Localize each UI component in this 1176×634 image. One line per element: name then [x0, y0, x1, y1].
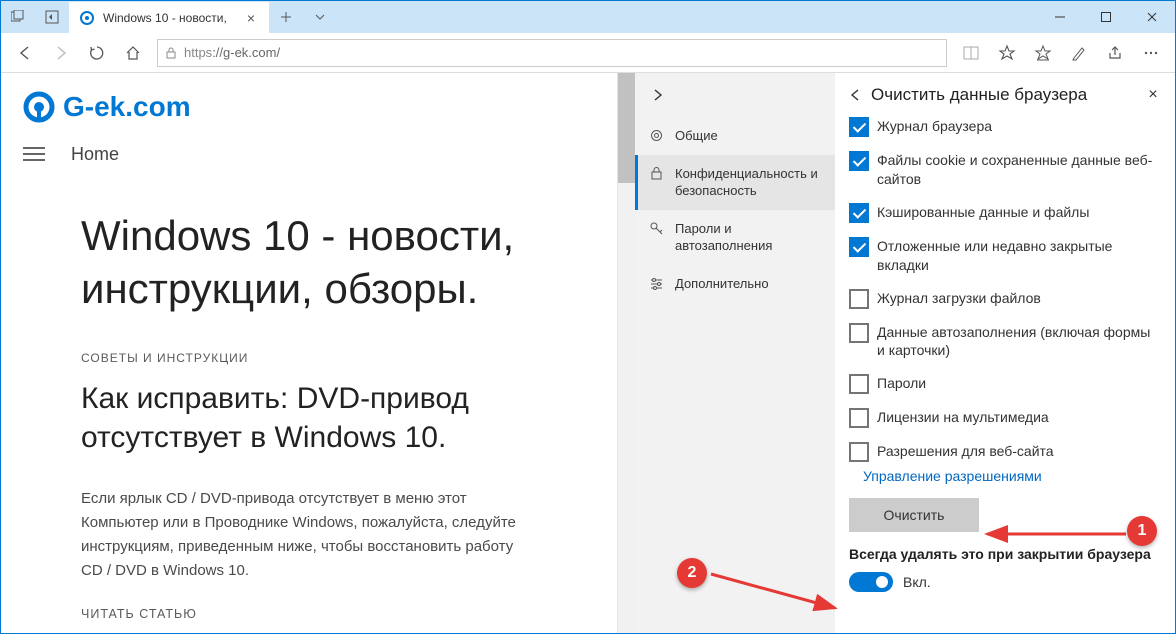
panel-title: Очистить данные браузера — [867, 85, 1141, 105]
share-icon[interactable] — [1097, 35, 1133, 71]
callout-badge-1: 1 — [1127, 516, 1157, 546]
toggle-state-label: Вкл. — [903, 574, 931, 590]
checkbox[interactable] — [849, 408, 869, 428]
scrollbar-thumb[interactable] — [618, 73, 635, 183]
gear-icon — [647, 128, 665, 143]
checkbox-label: Файлы cookie и сохраненные данные веб-са… — [877, 151, 1161, 189]
clear-button[interactable]: Очистить — [849, 498, 979, 532]
article-excerpt: Если ярлык CD / DVD-привода отсутствует … — [81, 487, 537, 583]
home-button[interactable] — [115, 35, 151, 71]
checkbox-label: Лицензии на мультимедиа — [877, 408, 1049, 427]
callout-arrow-1 — [981, 523, 1131, 545]
settings-item-label: Пароли и автозаполнения — [675, 220, 823, 255]
settings-item-advanced[interactable]: Дополнительно — [635, 265, 835, 303]
checkbox-label: Кэшированные данные и файлы — [877, 203, 1089, 222]
read-more-link[interactable]: ЧИТАТЬ СТАТЬЮ — [81, 607, 537, 621]
reading-view-icon[interactable] — [953, 35, 989, 71]
sliders-icon — [647, 276, 665, 291]
settings-back-button[interactable] — [635, 73, 835, 117]
more-icon[interactable] — [1133, 35, 1169, 71]
tab-title: Windows 10 - новости, — [103, 11, 243, 25]
callout-arrow-2 — [707, 566, 847, 616]
page-scrollbar[interactable] — [617, 73, 635, 633]
site-logo-icon — [21, 89, 57, 125]
checkbox[interactable] — [849, 237, 869, 257]
checkbox-row[interactable]: Файлы cookie и сохраненные данные веб-са… — [849, 151, 1161, 189]
checkbox[interactable] — [849, 442, 869, 462]
checkbox-row[interactable]: Лицензии на мультимедиа — [849, 408, 1161, 428]
maximize-button[interactable] — [1083, 1, 1129, 33]
settings-item-label: Дополнительно — [675, 275, 769, 293]
key-icon — [647, 221, 665, 236]
browser-tab[interactable]: Windows 10 - новости, × — [69, 1, 269, 33]
settings-item-passwords[interactable]: Пароли и автозаполнения — [635, 210, 835, 265]
favorite-icon[interactable] — [989, 35, 1025, 71]
article-title[interactable]: Как исправить: DVD-привод отсутствует в … — [81, 379, 537, 457]
hamburger-icon[interactable] — [23, 143, 45, 165]
page-heading: Windows 10 - новости, инструкции, обзоры… — [81, 210, 537, 315]
url-protocol: https — [184, 45, 212, 60]
checkbox-row[interactable]: Журнал загрузки файлов — [849, 289, 1161, 309]
settings-panel: Общие Конфиденциальность и безопасность … — [635, 73, 835, 633]
checkbox-row[interactable]: Данные автозаполнения (включая формы и к… — [849, 323, 1161, 361]
tabs-chevron-icon[interactable] — [303, 1, 337, 33]
checkbox-row[interactable]: Отложенные или недавно закрытые вкладки — [849, 237, 1161, 275]
checkbox-label: Разрешения для веб-сайта — [877, 442, 1054, 461]
checkbox-label: Отложенные или недавно закрытые вкладки — [877, 237, 1161, 275]
tab-favicon-icon — [79, 10, 95, 26]
settings-item-label: Общие — [675, 127, 718, 145]
webpage-content: G-ek.com Home Windows 10 - новости, инст… — [1, 73, 617, 633]
settings-item-privacy[interactable]: Конфиденциальность и безопасность — [635, 155, 835, 210]
checkbox-row[interactable]: Пароли — [849, 374, 1161, 394]
panel-close-icon[interactable]: × — [1141, 86, 1165, 104]
toggle-title: Всегда удалять это при закрытии браузера — [849, 546, 1161, 562]
back-button[interactable] — [7, 35, 43, 71]
checkbox[interactable] — [849, 203, 869, 223]
notes-icon[interactable] — [1061, 35, 1097, 71]
nav-home[interactable]: Home — [71, 144, 119, 165]
checkbox[interactable] — [849, 151, 869, 171]
checkbox-label: Журнал браузера — [877, 117, 992, 136]
url-input[interactable]: https://g-ek.com/ — [157, 39, 947, 67]
checkbox-label: Пароли — [877, 374, 926, 393]
set-aside-icon[interactable] — [35, 1, 69, 33]
checkbox[interactable] — [849, 289, 869, 309]
clear-data-panel: Очистить данные браузера × Журнал браузе… — [835, 73, 1175, 633]
minimize-button[interactable] — [1037, 1, 1083, 33]
close-window-button[interactable] — [1129, 1, 1175, 33]
checkbox[interactable] — [849, 374, 869, 394]
toolbar: https://g-ek.com/ — [1, 33, 1175, 73]
forward-button[interactable] — [43, 35, 79, 71]
tab-close-icon[interactable]: × — [243, 10, 259, 26]
checkbox-row[interactable]: Журнал браузера — [849, 117, 1161, 137]
settings-item-general[interactable]: Общие — [635, 117, 835, 155]
checkbox-row[interactable]: Разрешения для веб-сайта — [849, 442, 1161, 462]
checkbox-label: Данные автозаполнения (включая формы и к… — [877, 323, 1161, 361]
favorites-hub-icon[interactable] — [1025, 35, 1061, 71]
lock-icon — [164, 46, 178, 60]
tab-preview-icon[interactable] — [1, 1, 35, 33]
checkbox-label: Журнал загрузки файлов — [877, 289, 1041, 308]
manage-permissions-link[interactable]: Управление разрешениями — [863, 468, 1175, 484]
article-tag: СОВЕТЫ И ИНСТРУКЦИИ — [81, 351, 537, 365]
settings-item-label: Конфиденциальность и безопасность — [675, 165, 823, 200]
refresh-button[interactable] — [79, 35, 115, 71]
callout-badge-2: 2 — [677, 558, 707, 588]
checkbox[interactable] — [849, 117, 869, 137]
panel-back-button[interactable] — [843, 87, 867, 103]
always-clear-toggle[interactable] — [849, 572, 893, 592]
checkbox-row[interactable]: Кэшированные данные и файлы — [849, 203, 1161, 223]
checkbox[interactable] — [849, 323, 869, 343]
url-path: ://g-ek.com/ — [212, 45, 280, 60]
site-logo-text: G-ek.com — [63, 91, 191, 123]
new-tab-button[interactable] — [269, 1, 303, 33]
lock-icon — [647, 166, 665, 181]
titlebar: Windows 10 - новости, × — [1, 1, 1175, 33]
